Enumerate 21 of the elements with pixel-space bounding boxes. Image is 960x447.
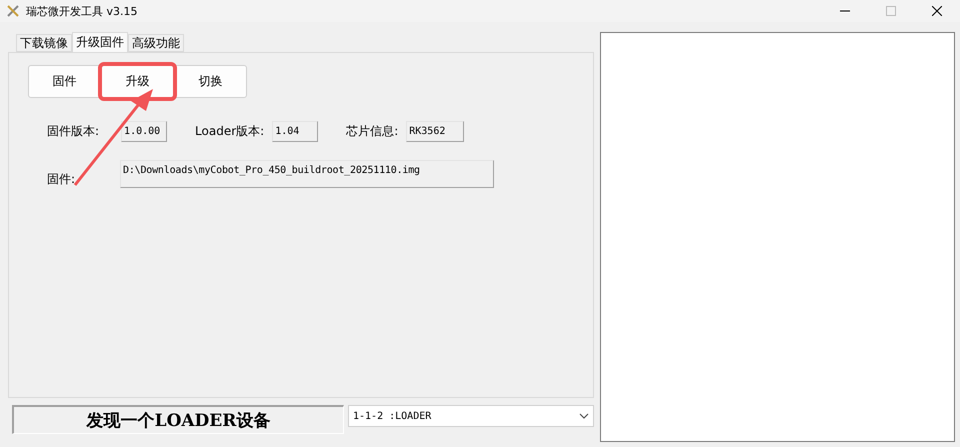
- close-icon: [932, 6, 942, 16]
- maximize-icon: [886, 6, 896, 16]
- chevron-icon: [579, 413, 589, 419]
- device-dropdown[interactable]: 1-1-2 :LOADER: [348, 405, 594, 427]
- field-label: 固件版本:: [47, 123, 100, 140]
- value-field: RK3562: [406, 121, 464, 142]
- toolbar-button[interactable]: 切换: [174, 65, 247, 98]
- path-field: D:\Downloads\myCobot_Pro_450_buildroot_20251110.img: [120, 160, 494, 188]
- value-field: 1.04: [272, 121, 318, 142]
- field-label: Loader版本:: [195, 123, 264, 140]
- field-label: 固件:: [47, 171, 76, 188]
- tools-icon: [6, 4, 20, 18]
- toolbar-button[interactable]: 固件: [28, 65, 101, 98]
- status-text: 发现一个LOADER设备: [12, 405, 344, 434]
- tab[interactable]: 高级功能: [128, 34, 184, 52]
- window-title: 瑞芯微开发工具 v3.15: [26, 4, 138, 18]
- field-label: 芯片信息:: [346, 123, 398, 140]
- tab[interactable]: 下载镜像: [16, 34, 72, 52]
- value-field: 1.0.00: [121, 121, 168, 142]
- tab[interactable]: 升级固件: [72, 32, 128, 52]
- toolbar-button[interactable]: 升级: [101, 65, 174, 98]
